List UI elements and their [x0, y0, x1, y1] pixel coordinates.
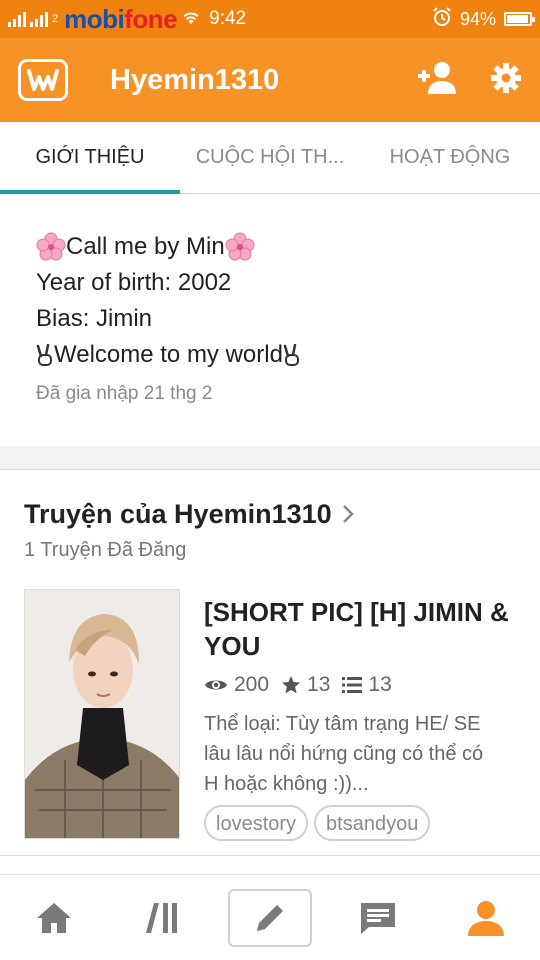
status-right: 94% — [432, 6, 535, 32]
reads-stat: 200 — [204, 673, 269, 697]
cherry-blossom-icon — [36, 232, 66, 261]
wifi-icon — [183, 9, 199, 30]
profile-icon — [468, 900, 504, 936]
wattpad-logo-icon[interactable] — [18, 59, 68, 101]
carrier-prefix: mobi — [64, 3, 125, 34]
profile-tabs: GIỚI THIỆU CUỘC HỘI TH... HOẠT ĐỘNG — [0, 122, 540, 194]
status-left: 2 mobifone 9:42 — [8, 4, 246, 35]
carrier-suffix: fone — [124, 3, 178, 34]
signal-icon-2 — [30, 11, 48, 27]
cherry-blossom-icon-2 — [225, 232, 255, 261]
victory-hand-icon-2 — [283, 344, 299, 366]
story-cover-image[interactable] — [24, 589, 180, 839]
tab-conversations[interactable]: CUỘC HỘI TH... — [180, 122, 360, 193]
sim-label: 2 — [52, 13, 59, 25]
story-tags: lovestory btsandyou — [204, 805, 431, 841]
alarm-icon — [432, 6, 452, 32]
chevron-right-icon — [342, 504, 354, 529]
star-icon — [282, 676, 301, 694]
messages-icon — [361, 902, 395, 934]
bottom-nav — [0, 874, 540, 960]
list-icon — [342, 677, 363, 693]
about-line-1: Call me by Min — [36, 229, 504, 265]
story-description: Thể loại: Tùy tâm trạng HE/ SE lâu lâu n… — [204, 713, 484, 795]
pencil-icon — [257, 904, 283, 931]
clock: 9:42 — [209, 8, 247, 29]
joined-date: Đã gia nhập 21 thg 2 — [36, 383, 213, 404]
battery-percent: 94% — [459, 8, 496, 29]
story-title[interactable]: [SHORT PIC] [H] JIMIN & YOU — [204, 595, 514, 663]
tag-chip[interactable]: btsandyou — [314, 805, 431, 841]
nav-write[interactable] — [216, 875, 324, 960]
votes-stat: 13 — [281, 673, 330, 697]
nav-library[interactable] — [108, 875, 216, 960]
home-icon — [37, 902, 71, 933]
nav-home[interactable] — [0, 875, 108, 960]
status-bar: 2 mobifone 9:42 94% — [0, 0, 540, 38]
app-actions — [416, 61, 522, 100]
app-bar: Hyemin1310 — [0, 38, 540, 122]
reads-count: 200 — [234, 673, 270, 696]
about-section: Call me by Min Year of birth: 2002 Bias:… — [0, 195, 540, 446]
section-divider — [0, 446, 540, 470]
tab-about[interactable]: GIỚI THIỆU — [0, 122, 180, 194]
section-divider-2 — [0, 855, 540, 874]
battery-icon — [504, 12, 535, 26]
stories-section: Truyện của Hyemin1310 1 Truyện Đã Đăng [… — [0, 471, 540, 855]
parts-count: 13 — [368, 673, 392, 696]
about-line-4: Welcome to my world — [36, 337, 504, 373]
library-icon — [146, 902, 177, 933]
gear-icon[interactable] — [490, 62, 522, 99]
about-line-3: Bias: Jimin — [36, 305, 153, 332]
parts-stat: 13 — [342, 673, 392, 697]
tag-chip[interactable]: lovestory — [204, 805, 309, 841]
nav-messages[interactable] — [324, 875, 432, 960]
about-line-2: Year of birth: 2002 — [36, 269, 232, 296]
victory-hand-icon — [36, 344, 52, 366]
story-stats: 200 13 13 — [204, 673, 404, 697]
signal-icon — [8, 11, 26, 27]
eye-icon — [205, 680, 227, 690]
tab-activity[interactable]: HOẠT ĐỘNG — [360, 122, 540, 193]
carrier-name: mobifone — [64, 4, 177, 35]
stories-header[interactable]: Truyện của Hyemin1310 — [24, 499, 354, 530]
write-button[interactable] — [228, 888, 312, 947]
stories-title: Truyện của Hyemin1310 — [24, 499, 332, 529]
stories-count: 1 Truyện Đã Đăng — [24, 539, 187, 561]
about-line-4-text: Welcome to my world — [54, 341, 283, 368]
about-line-1-text: Call me by Min — [66, 233, 225, 260]
nav-profile[interactable] — [432, 875, 540, 960]
add-person-icon[interactable] — [416, 61, 458, 100]
votes-count: 13 — [307, 673, 331, 696]
profile-username: Hyemin1310 — [110, 63, 280, 96]
